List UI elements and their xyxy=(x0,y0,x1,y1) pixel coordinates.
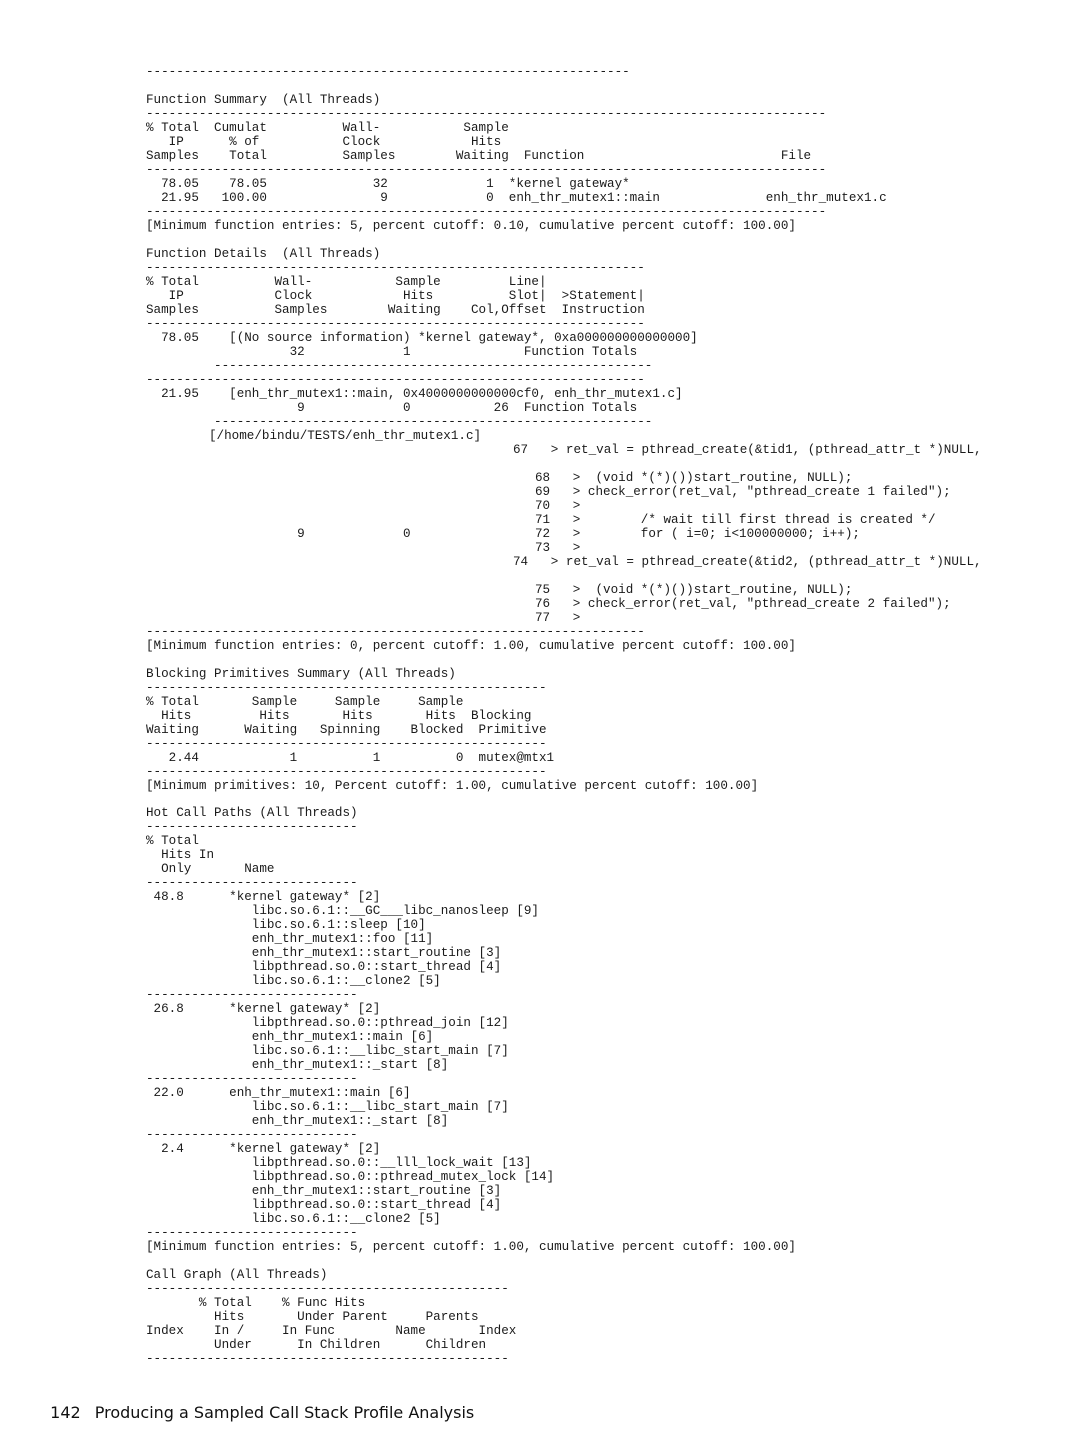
source-line: 73 > xyxy=(535,541,581,555)
source-line: 71 > /* wait till first thread is create… xyxy=(535,513,936,527)
function-details-footnote: [Minimum function entries: 0, percent cu… xyxy=(146,639,796,653)
function-details-header-line: Samples Samples Waiting Col,Offset Instr… xyxy=(146,303,645,317)
hot-path-line: enh_thr_mutex1::foo [11] xyxy=(146,932,434,946)
section-rule: ----------------------------------------… xyxy=(146,65,630,79)
hot-path-line: enh_thr_mutex1::main [6] xyxy=(146,1030,434,1044)
source-line: 70 > xyxy=(535,499,581,513)
source-line: 68 > (void *(*)())start_routine, NULL); xyxy=(535,471,853,485)
section-rule: ----------------------------------------… xyxy=(146,373,645,387)
call-graph-header-line: Index In / In Func Name Index xyxy=(146,1324,517,1338)
section-rule: ---------------------------- xyxy=(146,876,358,890)
section-rule: ----------------------------------------… xyxy=(146,317,645,331)
source-line: 69 > check_error(ret_val, "pthread_creat… xyxy=(535,485,951,499)
function-details-entry-line: 21.95 [enh_thr_mutex1::main, 0x400000000… xyxy=(146,387,683,401)
source-line: 72 > for ( i=0; i<100000000; i++); xyxy=(535,527,860,541)
source-line-values: 9 0 xyxy=(146,527,411,541)
source-line: 74 > ret_val = pthread_create(&tid2, (pt… xyxy=(513,555,982,569)
function-summary-footnote: [Minimum function entries: 5, percent cu… xyxy=(146,219,796,233)
hot-paths-header-line: Only Name xyxy=(146,862,275,876)
section-rule: ----------------------------------------… xyxy=(146,163,827,177)
page-footer: 142 Producing a Sampled Call Stack Profil… xyxy=(40,1384,474,1422)
section-subrule: ----------------------------------------… xyxy=(146,415,653,429)
section-rule: ----------------------------------------… xyxy=(146,261,645,275)
function-summary-header-line: Samples Total Samples Waiting Function F… xyxy=(146,149,812,163)
function-summary-row: 78.05 78.05 32 1 *kernel gateway* xyxy=(146,177,630,191)
source-line: 76 > check_error(ret_val, "pthread_creat… xyxy=(535,597,951,611)
source-file-path: [/home/bindu/TESTS/enh_thr_mutex1.c] xyxy=(209,429,482,443)
blocking-header-line: Hits Hits Hits Hits Blocking xyxy=(146,709,532,723)
function-details-header-line: IP Clock Hits Slot| >Statement| xyxy=(146,289,645,303)
hot-path-line: libc.so.6.1::__libc_start_main [7] xyxy=(146,1044,509,1058)
function-details-entry-line: 78.05 [(No source information) *kernel g… xyxy=(146,331,698,345)
blocking-footnote: [Minimum primitives: 10, Percent cutoff:… xyxy=(146,779,759,793)
hot-paths-header-line: Hits In xyxy=(146,848,215,862)
section-rule: ---------------------------- xyxy=(146,820,358,834)
function-details-entry-totals: 9 0 26 Function Totals xyxy=(146,401,638,415)
section-rule: ---------------------------- xyxy=(146,1226,358,1240)
blocking-header-line: Waiting Waiting Spinning Blocked Primiti… xyxy=(146,723,547,737)
hot-path-line: 2.4 *kernel gateway* [2] xyxy=(146,1142,381,1156)
blocking-header-line: % Total Sample Sample Sample xyxy=(146,695,464,709)
hot-paths-footnote: [Minimum function entries: 5, percent cu… xyxy=(146,1240,796,1254)
section-rule: ---------------------------- xyxy=(146,1128,358,1142)
hot-path-line: libpthread.so.0::__lll_lock_wait [13] xyxy=(146,1156,532,1170)
hot-path-line: libc.so.6.1::sleep [10] xyxy=(146,918,426,932)
section-rule: ----------------------------------------… xyxy=(146,681,547,695)
section-rule: ---------------------------- xyxy=(146,1072,358,1086)
call-graph-header-line: Under In Children Children xyxy=(146,1338,487,1352)
function-details-title: Function Details (All Threads) xyxy=(146,247,381,261)
hot-path-line: enh_thr_mutex1::start_routine [3] xyxy=(146,1184,502,1198)
source-line: 75 > (void *(*)())start_routine, NULL); xyxy=(535,583,853,597)
call-graph-header-line: % Total % Func Hits xyxy=(146,1296,366,1310)
hot-path-line: libpthread.so.0::start_thread [4] xyxy=(146,960,502,974)
hot-path-line: enh_thr_mutex1::start_routine [3] xyxy=(146,946,502,960)
source-line: 67 > ret_val = pthread_create(&tid1, (pt… xyxy=(513,443,982,457)
hot-path-line: 48.8 *kernel gateway* [2] xyxy=(146,890,381,904)
section-rule: ----------------------------------------… xyxy=(146,205,827,219)
call-graph-title: Call Graph (All Threads) xyxy=(146,1268,328,1282)
section-rule: ----------------------------------------… xyxy=(146,765,547,779)
hot-path-line: libc.so.6.1::__clone2 [5] xyxy=(146,1212,441,1226)
hot-path-line: libpthread.so.0::pthread_mutex_lock [14] xyxy=(146,1170,555,1184)
hot-path-line: libpthread.so.0::start_thread [4] xyxy=(146,1198,502,1212)
section-rule: ----------------------------------------… xyxy=(146,1352,509,1366)
hot-path-line: libc.so.6.1::__clone2 [5] xyxy=(146,974,441,988)
section-rule: ----------------------------------------… xyxy=(146,107,827,121)
call-graph-header-line: Hits Under Parent Parents xyxy=(146,1310,479,1324)
hot-path-line: enh_thr_mutex1::_start [8] xyxy=(146,1058,449,1072)
function-summary-header-line: % Total Cumulat Wall- Sample xyxy=(146,121,509,135)
chapter-title: Producing a Sampled Call Stack Profile A… xyxy=(94,1403,475,1422)
hot-path-line: libc.so.6.1::__libc_start_main [7] xyxy=(146,1100,509,1114)
hot-paths-header-line: % Total xyxy=(146,834,199,848)
section-subrule: ----------------------------------------… xyxy=(146,359,653,373)
page-number: 142 xyxy=(50,1403,81,1422)
hot-path-line: libpthread.so.0::pthread_join [12] xyxy=(146,1016,509,1030)
function-summary-header-line: IP % of Clock Hits xyxy=(146,135,502,149)
blocking-primitives-title: Blocking Primitives Summary (All Threads… xyxy=(146,667,456,681)
function-summary-row: 21.95 100.00 9 0 enh_thr_mutex1::main en… xyxy=(146,191,887,205)
function-details-header-line: % Total Wall- Sample Line| xyxy=(146,275,547,289)
section-rule: ---------------------------- xyxy=(146,988,358,1002)
hot-path-line: 22.0 enh_thr_mutex1::main [6] xyxy=(146,1086,411,1100)
section-rule: ----------------------------------------… xyxy=(146,737,547,751)
function-details-entry-totals: 32 1 Function Totals xyxy=(146,345,638,359)
hot-path-line: enh_thr_mutex1::_start [8] xyxy=(146,1114,449,1128)
section-rule: ----------------------------------------… xyxy=(146,1282,509,1296)
hot-path-line: libc.so.6.1::__GC___libc_nanosleep [9] xyxy=(146,904,539,918)
source-line: 77 > xyxy=(535,611,581,625)
function-summary-title: Function Summary (All Threads) xyxy=(146,93,381,107)
hot-call-paths-title: Hot Call Paths (All Threads) xyxy=(146,806,358,820)
blocking-row: 2.44 1 1 0 mutex@mtx1 xyxy=(146,751,555,765)
hot-path-line: 26.8 *kernel gateway* [2] xyxy=(146,1002,381,1016)
section-rule: ----------------------------------------… xyxy=(146,625,645,639)
